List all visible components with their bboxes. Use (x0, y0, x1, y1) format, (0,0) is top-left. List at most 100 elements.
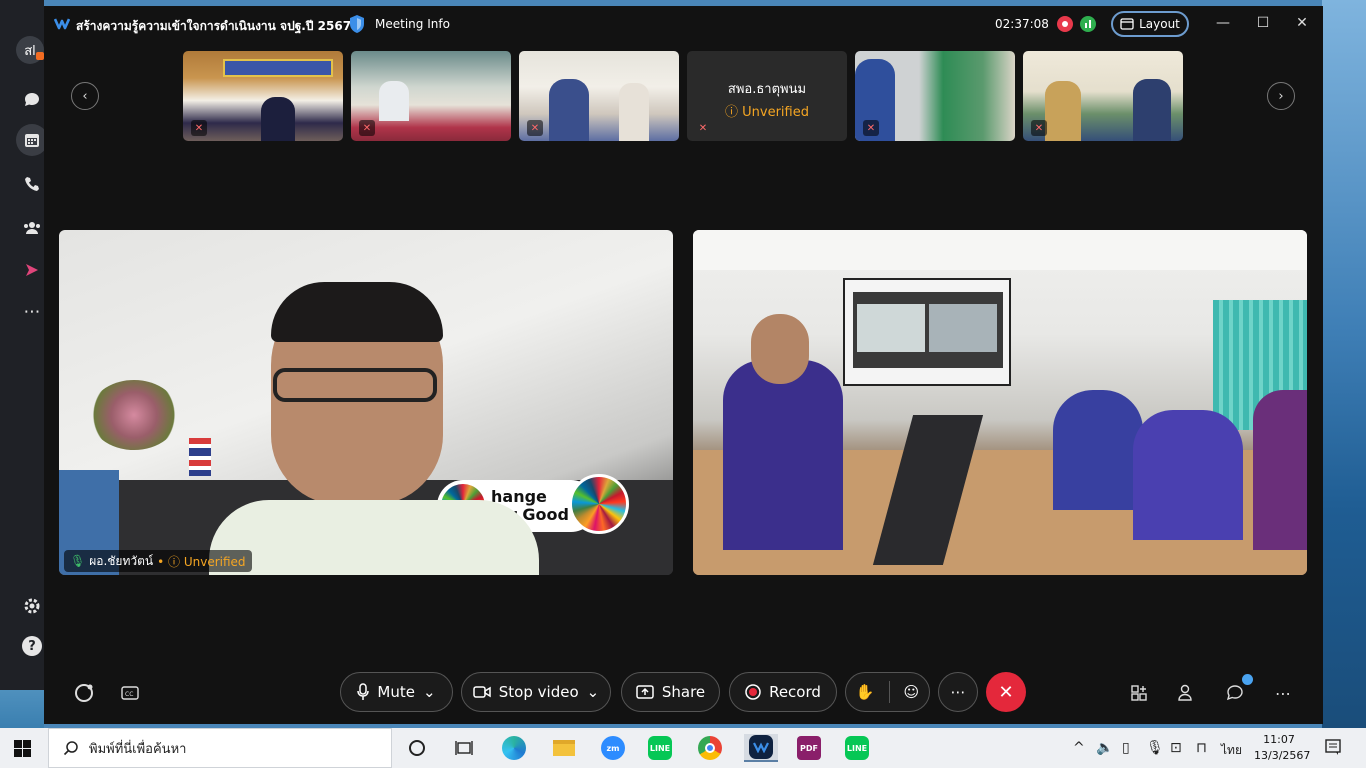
closed-captions-icon[interactable]: CC (118, 681, 142, 705)
speaker-shirt (209, 500, 539, 575)
speaker-hair (271, 282, 443, 342)
record-label: Record (769, 683, 821, 701)
meeting-window: สร้างความรู้ความเข้าใจการดำเนินงาน จปฐ.ป… (44, 6, 1323, 724)
desktop-background-right (1322, 0, 1366, 728)
close-window-button[interactable]: ✕ (1292, 15, 1312, 31)
participant-figure (723, 360, 843, 550)
network-icon[interactable]: ⊡ (1170, 740, 1182, 756)
windows-start-icon[interactable] (14, 740, 31, 757)
line-app-icon[interactable]: LINE (842, 734, 872, 762)
pdf-app-icon[interactable]: PDF (794, 734, 824, 762)
more-options-button[interactable]: ⋯ (938, 672, 978, 712)
mic-on-icon: 🎙 (70, 554, 86, 568)
room-video[interactable] (693, 230, 1307, 575)
svg-text:CC: CC (125, 691, 133, 698)
clock-date: 13/3/2567 (1254, 749, 1311, 762)
sdg-wheel (569, 474, 629, 534)
mic-muted-icon: ✕ (863, 120, 879, 136)
meeting-title: สร้างความรู้ความเข้าใจการดำเนินงาน จปฐ.ป… (76, 19, 352, 33)
chevron-up-icon[interactable]: ^ (1073, 740, 1085, 756)
video-camera-icon (473, 686, 491, 698)
participant-thumbnail[interactable]: ✕ (351, 51, 511, 141)
layout-icon (1120, 18, 1134, 30)
raise-hand-icon[interactable]: ✋ (856, 683, 875, 701)
participant-name: สพอ.ธาตุพนม (727, 82, 807, 97)
edge-browser-icon[interactable] (499, 734, 529, 762)
meeting-info-link[interactable]: Meeting Info (375, 17, 450, 31)
camera-in-use-icon[interactable]: ▯ (1122, 740, 1130, 756)
mic-muted-icon: ✕ (1031, 120, 1047, 136)
thumbnails-prev-button[interactable]: ‹ (71, 82, 99, 110)
line-app-icon[interactable]: LINE (645, 734, 675, 762)
active-speaker-video[interactable]: hange for Good 🎙 ผอ.ชัยทวัตน์ • ⓘ Unveri… (59, 230, 673, 575)
sign-text-line1: hange (491, 487, 547, 506)
title-bar: สร้างความรู้ความเข้าใจการดำเนินงาน จปฐ.ป… (44, 6, 1323, 42)
projector-screen (843, 278, 1011, 386)
thumbnails-next-button[interactable]: › (1267, 82, 1295, 110)
volume-icon[interactable]: 🔈 (1096, 740, 1113, 756)
emoji-reaction-icon[interactable]: ☺ (904, 683, 920, 701)
stop-video-button[interactable]: Stop video ⌄ (461, 672, 611, 712)
microphone-icon (357, 683, 370, 700)
participant-thumbnail[interactable]: ✕ (519, 51, 679, 141)
participant-thumbnail[interactable]: ✕ (183, 51, 343, 141)
taskbar-search-box[interactable]: พิมพ์ที่นี่เพื่อค้นหา (48, 728, 392, 768)
chat-notification-badge (1242, 674, 1253, 685)
flag-decoration (189, 438, 211, 476)
speaker-name: ผอ.ชัยทวัตน์ (89, 553, 154, 568)
taskbar-clock[interactable]: 11:07 13/3/2567 (1254, 732, 1311, 764)
chrome-browser-icon[interactable] (695, 734, 725, 762)
share-button[interactable]: Share (621, 672, 720, 712)
unverified-badge: • ⓘ Unverified (157, 554, 246, 569)
participant-thumbnail[interactable]: ✕ (1023, 51, 1183, 141)
mic-muted-icon: ✕ (191, 120, 207, 136)
chat-icon[interactable] (1223, 681, 1247, 705)
language-indicator[interactable]: ไทย (1221, 741, 1242, 760)
mute-button[interactable]: Mute ⌄ (340, 672, 453, 712)
mute-label: Mute (377, 683, 415, 701)
more-icon[interactable]: ⋯ (1271, 681, 1295, 705)
record-icon (745, 684, 761, 700)
microphone-in-use-icon[interactable]: 🎙 (1146, 740, 1164, 756)
speaker-nameplate: 🎙 ผอ.ชัยทวัตน์ • ⓘ Unverified (64, 550, 252, 572)
chevron-down-icon[interactable]: ⌄ (423, 683, 436, 701)
connection-status-icon[interactable] (72, 681, 96, 705)
search-placeholder: พิมพ์ที่นี่เพื่อค้นหา (89, 741, 187, 757)
record-button[interactable]: Record (729, 672, 837, 712)
apps-icon[interactable] (1127, 681, 1151, 705)
maximize-button[interactable]: ☐ (1253, 15, 1273, 31)
end-call-button[interactable]: ✕ (986, 672, 1026, 712)
participants-icon[interactable] (1174, 681, 1198, 705)
file-explorer-icon[interactable] (549, 734, 579, 762)
share-icon (636, 685, 654, 699)
minimize-button[interactable]: — (1213, 15, 1233, 31)
mic-muted-icon: ✕ (698, 122, 708, 134)
recording-indicator-icon[interactable] (1057, 16, 1073, 32)
status-badge (36, 52, 44, 60)
participant-thumbnail[interactable]: สพอ.ธาตุพนม ⓘ Unverified ✕ (687, 51, 847, 141)
search-icon (63, 741, 78, 756)
app-rail: สl ⋯ ? (0, 0, 48, 690)
chevron-down-icon[interactable]: ⌄ (587, 683, 600, 701)
notifications-icon[interactable] (1324, 738, 1342, 760)
wifi-icon[interactable]: ⊓ (1196, 740, 1207, 756)
zoom-app-icon[interactable]: zm (598, 734, 628, 762)
layout-button[interactable]: Layout (1111, 11, 1189, 37)
unverified-badge: ⓘ Unverified (725, 105, 809, 120)
reactions-group: ✋ ☺ (845, 672, 930, 712)
webex-app-icon[interactable] (744, 734, 778, 762)
more-icon: ⋯ (950, 683, 966, 701)
clock-time: 11:07 (1263, 733, 1295, 746)
audio-indicator-icon[interactable] (1080, 16, 1096, 32)
windows-taskbar: พิมพ์ที่นี่เพื่อค้นหา zm LINE PDF LINE ^… (0, 728, 1366, 768)
mic-muted-icon: ✕ (527, 120, 543, 136)
glasses-icon (273, 368, 437, 402)
elapsed-time: 02:37:08 (995, 17, 1049, 31)
webex-logo-icon (54, 18, 70, 30)
shield-icon[interactable] (348, 14, 366, 34)
task-view-icon[interactable] (449, 734, 479, 762)
participant-thumbnail[interactable]: ✕ (855, 51, 1015, 141)
stop-video-label: Stop video (498, 683, 579, 701)
mic-muted-icon: ✕ (359, 120, 375, 136)
cortana-icon[interactable] (402, 734, 432, 762)
